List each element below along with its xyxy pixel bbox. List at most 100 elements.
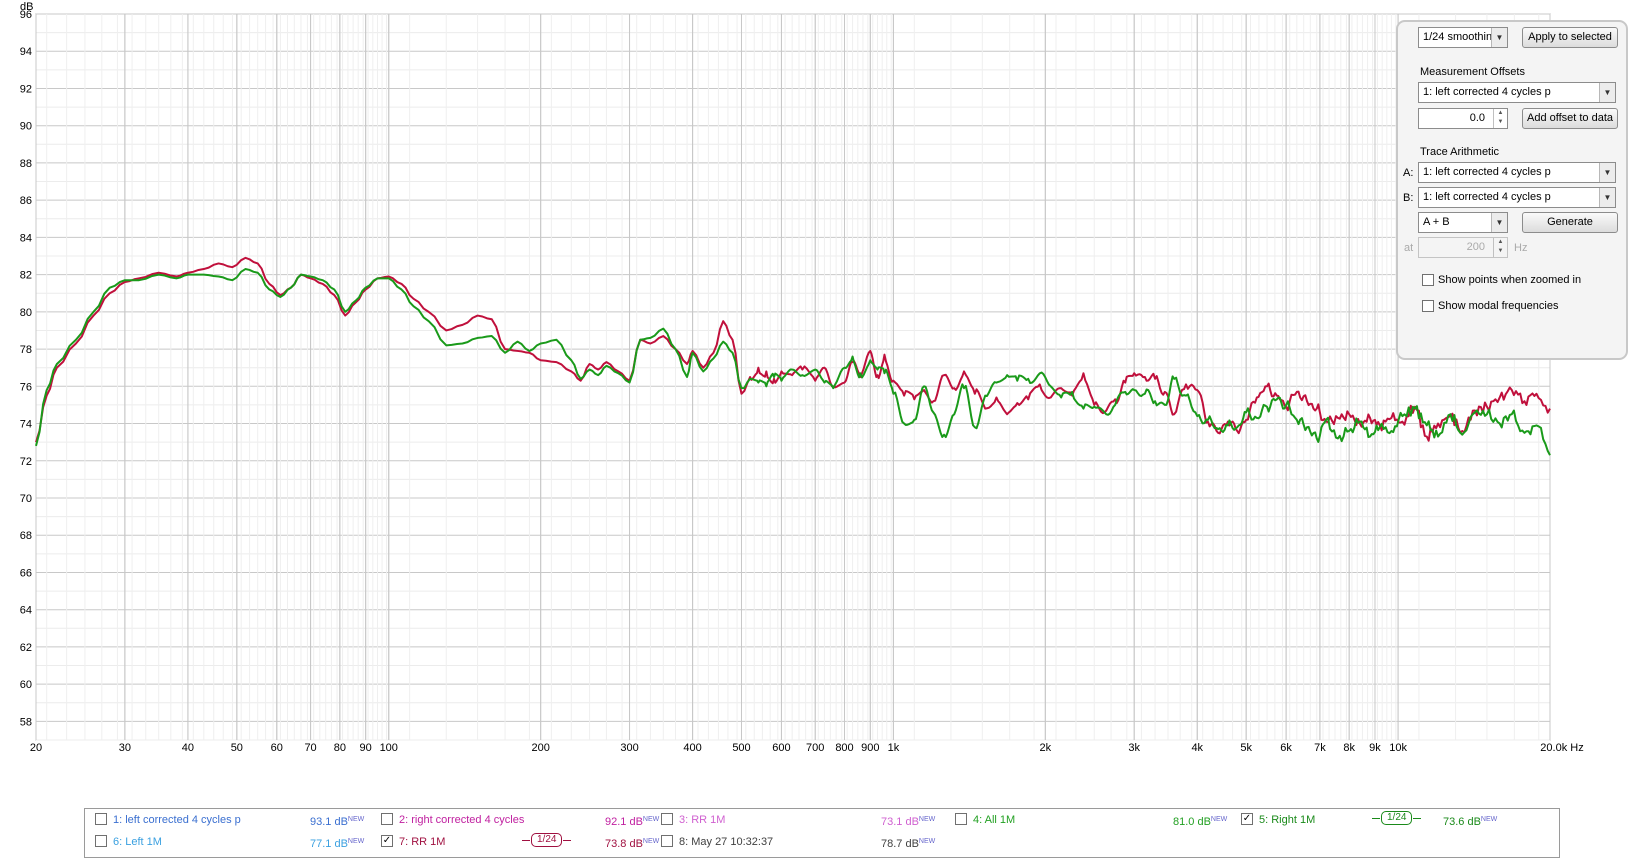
x-tick-label: 30	[119, 742, 131, 754]
y-tick-label: 64	[20, 605, 32, 617]
trace-1-name: 1: left corrected 4 cycles p	[113, 814, 241, 826]
trace-8-checkbox[interactable]	[661, 835, 673, 847]
y-tick-label: 70	[20, 493, 32, 505]
y-tick-label: 62	[20, 642, 32, 654]
trace-5-checkbox[interactable]: ✓	[1241, 813, 1253, 825]
trace-4-checkbox[interactable]	[955, 813, 967, 825]
trace-b-label: B:	[1403, 192, 1414, 204]
generate-button[interactable]: Generate	[1522, 212, 1618, 233]
y-tick-label: 72	[20, 456, 32, 468]
hz-label: Hz	[1514, 242, 1528, 254]
chevron-down-icon: ▼	[1491, 28, 1507, 47]
x-tick-label: 9k	[1369, 742, 1381, 754]
show-points-checkbox[interactable]	[1422, 274, 1434, 286]
legend-item-1[interactable]: 1: left corrected 4 cycles p	[95, 811, 345, 829]
trace-7-checkbox[interactable]: ✓	[381, 835, 393, 847]
apply-to-selected-button[interactable]: Apply to selected	[1522, 27, 1618, 48]
trace-8-level: 78.7 dBNEW	[881, 838, 936, 850]
x-tick-label: 200	[531, 742, 549, 754]
trace-2-checkbox[interactable]	[381, 813, 393, 825]
arithmetic-operation-value: A + B	[1423, 216, 1450, 228]
at-frequency-value: 200	[1466, 241, 1485, 253]
offsets-measurement-select[interactable]: 1: left corrected 4 cycles p ▼	[1418, 82, 1616, 103]
trace-6-level: 77.1 dBNEW	[310, 838, 365, 850]
y-tick-label: 88	[20, 158, 32, 170]
y-tick-label: 92	[20, 83, 32, 95]
spinner-arrows-icon: ▲ ▼	[1493, 238, 1507, 257]
x-tick-label: 700	[806, 742, 824, 754]
y-tick-label: 66	[20, 567, 32, 579]
legend-item-4[interactable]: 4: All 1M	[955, 811, 1155, 829]
trace-5-name: 5: Right 1M	[1259, 814, 1316, 826]
legend-item-2[interactable]: 2: right corrected 4 cycles	[381, 811, 631, 829]
offsets-measurement-value: 1: left corrected 4 cycles p	[1423, 86, 1551, 98]
chevron-down-icon: ▼	[1491, 213, 1507, 232]
trace-3-checkbox[interactable]	[661, 813, 673, 825]
measurement-offsets-title: Measurement Offsets	[1420, 66, 1525, 78]
x-tick-label: 2k	[1040, 742, 1052, 754]
y-tick-label: 84	[20, 232, 32, 244]
x-tick-label: 20	[30, 742, 42, 754]
x-tick-label: 50	[231, 742, 243, 754]
chevron-down-icon: ▼	[1599, 83, 1615, 102]
trace-a-label: A:	[1403, 167, 1414, 179]
y-tick-label: 68	[20, 530, 32, 542]
at-frequency-field: 200 ▲ ▼	[1418, 237, 1508, 258]
show-modal-label: Show modal frequencies	[1438, 300, 1559, 312]
legend-item-8[interactable]: 8: May 27 10:32:37	[661, 833, 861, 851]
x-tick-label: 400	[683, 742, 701, 754]
add-offset-button[interactable]: Add offset to data	[1522, 108, 1618, 129]
y-tick-label: 60	[20, 679, 32, 691]
trace-arithmetic-title: Trace Arithmetic	[1420, 146, 1500, 158]
trace-1-checkbox[interactable]	[95, 813, 107, 825]
spinner-arrows-icon[interactable]: ▲ ▼	[1493, 109, 1507, 128]
x-tick-label: 20.0k Hz	[1540, 742, 1583, 754]
legend-item-5[interactable]: ✓ 5: Right 1M	[1241, 811, 1381, 829]
y-tick-label: 90	[20, 121, 32, 133]
x-tick-label: 80	[334, 742, 346, 754]
y-tick-label: 94	[20, 46, 32, 58]
x-tick-label: 40	[182, 742, 194, 754]
trace-4-name: 4: All 1M	[973, 814, 1016, 826]
trace-legend: 1: left corrected 4 cycles p 93.1 dBNEW …	[84, 808, 1560, 858]
trace-5-level: 73.6 dBNEW	[1443, 816, 1498, 828]
trace-a-select[interactable]: 1: left corrected 4 cycles p ▼	[1418, 162, 1616, 183]
y-tick-label: 78	[20, 344, 32, 356]
x-tick-label: 100	[380, 742, 398, 754]
offset-value-field[interactable]: 0.0 ▲ ▼	[1418, 108, 1508, 129]
arithmetic-operation-select[interactable]: A + B ▼	[1418, 212, 1508, 233]
trace-3-level: 73.1 dBNEW	[881, 816, 936, 828]
legend-item-7[interactable]: ✓ 7: RR 1M	[381, 833, 521, 851]
x-tick-label: 900	[861, 742, 879, 754]
trace-a-value: 1: left corrected 4 cycles p	[1423, 166, 1551, 178]
y-tick-label: 76	[20, 381, 32, 393]
smoothing-value: 1/24 smoothing	[1423, 31, 1499, 43]
x-tick-label: 10k	[1389, 742, 1407, 754]
offset-value: 0.0	[1469, 112, 1485, 124]
trace-6-checkbox[interactable]	[95, 835, 107, 847]
trace-b-select[interactable]: 1: left corrected 4 cycles p ▼	[1418, 187, 1616, 208]
control-panel: 1/24 smoothing ▼ Apply to selected Measu…	[1396, 20, 1628, 360]
trace-1-level: 93.1 dBNEW	[310, 816, 365, 828]
graph-grid	[35, 13, 1551, 741]
y-tick-label: 58	[20, 716, 32, 728]
x-tick-label: 800	[835, 742, 853, 754]
y-axis-unit: dB	[20, 1, 33, 13]
x-axis-labels: 20 30 40 50 60 70 80 90 100 200 300 400 500 600 700 800…	[30, 742, 1584, 754]
x-tick-label: 300	[620, 742, 638, 754]
x-tick-label: 600	[772, 742, 790, 754]
legend-item-3[interactable]: 3: RR 1M	[661, 811, 861, 829]
trace-4-level: 81.0 dBNEW	[1173, 816, 1228, 828]
y-tick-label: 82	[20, 270, 32, 282]
x-tick-label: 3k	[1128, 742, 1140, 754]
at-label: at	[1404, 242, 1414, 254]
x-tick-label: 8k	[1343, 742, 1355, 754]
y-tick-label: 74	[20, 419, 32, 431]
smoothing-select[interactable]: 1/24 smoothing ▼	[1418, 27, 1508, 48]
x-tick-label: 70	[304, 742, 316, 754]
chevron-down-icon: ▼	[1599, 163, 1615, 182]
trace-2-level: 92.1 dBNEW	[605, 816, 660, 828]
legend-item-6[interactable]: 6: Left 1M	[95, 833, 295, 851]
show-modal-checkbox[interactable]	[1422, 300, 1434, 312]
y-tick-label: 86	[20, 195, 32, 207]
